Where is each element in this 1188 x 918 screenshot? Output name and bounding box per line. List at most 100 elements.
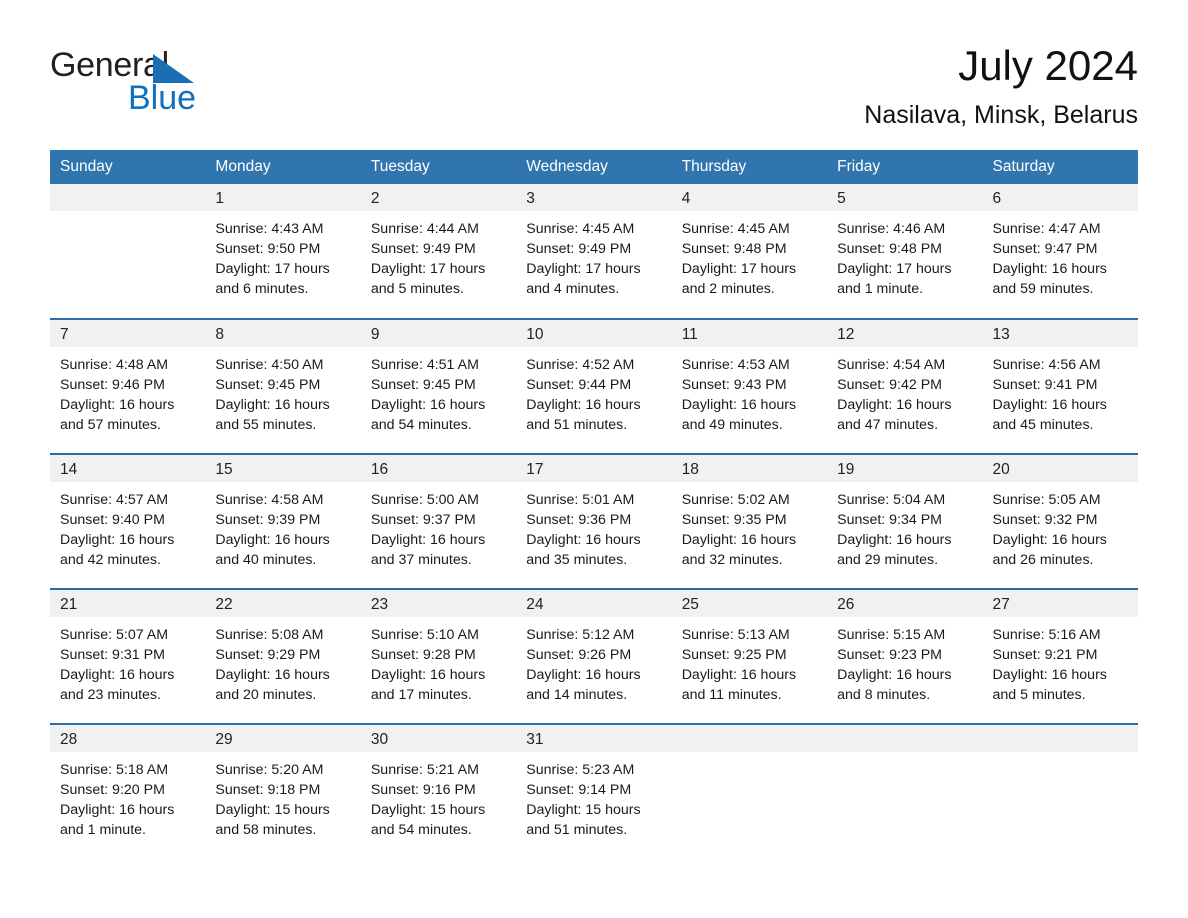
calendar-day-cell[interactable]: 15 Sunrise: 4:58 AM Sunset: 9:39 PM Dayligh… xyxy=(205,452,361,589)
day-daylight-line1-text: Daylight: 16 hours xyxy=(837,531,952,548)
calendar-day-cell[interactable]: 18 Sunrise: 5:02 AM Sunset: 9:35 PM Dayligh… xyxy=(671,452,828,589)
day-daylight-line2-text: and 55 minutes. xyxy=(215,417,317,434)
calendar-day-cell[interactable]: 23 Sunrise: 5:10 AM Sunset: 9:28 PM Dayligh… xyxy=(360,587,517,724)
generalblue-logo: General Blue xyxy=(50,42,210,116)
day-details: Sunrise: 5:05 AM Sunset: 9:32 PM Daylight:… xyxy=(983,482,1138,587)
day-sunrise-text: Sunrise: 5:02 AM xyxy=(681,491,790,508)
day-sunrise-text: Sunrise: 5:23 AM xyxy=(526,761,635,778)
day-daylight-line1-text: Daylight: 16 hours xyxy=(215,531,330,548)
day-sunrise-text: Sunrise: 5:12 AM xyxy=(526,626,635,643)
day-details: Sunrise: 4:50 AM Sunset: 9:45 PM Daylight:… xyxy=(205,347,360,452)
day-daylight-line1-text: Daylight: 16 hours xyxy=(60,666,175,683)
calendar-day-cell[interactable]: 17 Sunrise: 5:01 AM Sunset: 9:36 PM Dayligh… xyxy=(516,452,672,589)
day-details: Sunrise: 5:04 AM Sunset: 9:34 PM Daylight:… xyxy=(827,482,982,587)
day-daylight-line1-text: Daylight: 17 hours xyxy=(370,260,486,277)
day-sunrise-text: Sunrise: 5:21 AM xyxy=(370,761,479,778)
day-sunrise-text: Sunrise: 5:00 AM xyxy=(370,491,479,508)
day-details: Sunrise: 5:15 AM Sunset: 9:23 PM Daylight:… xyxy=(827,617,982,722)
day-sunset-text: Sunset: 9:21 PM xyxy=(992,646,1098,663)
day-daylight-line2-text: and 20 minutes. xyxy=(215,687,317,704)
day-daylight-line1-text: Daylight: 16 hours xyxy=(215,396,330,413)
calendar-day-cell[interactable]: 12 Sunrise: 4:54 AM Sunset: 9:42 PM Dayligh… xyxy=(827,317,983,454)
day-daylight-line1-text: Daylight: 15 hours xyxy=(215,801,330,818)
day-sunset-text: Sunset: 9:41 PM xyxy=(992,376,1098,393)
day-sunset-text: Sunset: 9:14 PM xyxy=(526,781,632,798)
day-number: 5 xyxy=(827,183,983,211)
calendar-day-cell[interactable]: 22 Sunrise: 5:08 AM Sunset: 9:29 PM Dayligh… xyxy=(205,587,361,724)
day-sunset-text: Sunset: 9:25 PM xyxy=(681,646,787,663)
day-daylight-line1-text: Daylight: 16 hours xyxy=(60,531,175,548)
page-masthead: General Blue July 2024 Nasilava, Minsk, … xyxy=(50,0,1138,130)
calendar-day-cell[interactable]: 2 Sunrise: 4:44 AM Sunset: 9:49 PM Daylight… xyxy=(360,183,517,319)
day-sunrise-text: Sunrise: 4:50 AM xyxy=(215,356,324,373)
day-daylight-line2-text: and 51 minutes. xyxy=(526,417,628,434)
calendar-day-cell[interactable]: 20 Sunrise: 5:05 AM Sunset: 9:32 PM Dayligh… xyxy=(982,452,1138,589)
day-number: 20 xyxy=(982,454,1138,482)
day-number xyxy=(50,183,206,211)
day-number: 15 xyxy=(205,454,361,482)
day-details: Sunrise: 5:02 AM Sunset: 9:35 PM Daylight:… xyxy=(672,482,827,587)
day-details: Sunrise: 4:54 AM Sunset: 9:42 PM Daylight:… xyxy=(827,347,982,452)
day-daylight-line1-text: Daylight: 16 hours xyxy=(837,666,952,683)
day-daylight-line2-text: and 42 minutes. xyxy=(60,552,161,569)
day-details: Sunrise: 5:10 AM Sunset: 9:28 PM Daylight:… xyxy=(361,617,516,722)
day-daylight-line1-text: Daylight: 16 hours xyxy=(526,531,641,548)
day-details: Sunrise: 5:23 AM Sunset: 9:14 PM Daylight:… xyxy=(516,752,671,857)
calendar-day-cell[interactable]: 30 Sunrise: 5:21 AM Sunset: 9:16 PM Dayligh… xyxy=(360,722,517,857)
day-daylight-line1-text: Daylight: 16 hours xyxy=(215,666,330,683)
day-details: Sunrise: 4:45 AM Sunset: 9:49 PM Daylight:… xyxy=(516,211,671,316)
calendar-day-cell[interactable]: 10 Sunrise: 4:52 AM Sunset: 9:44 PM Dayligh… xyxy=(516,317,672,454)
day-sunset-text: Sunset: 9:31 PM xyxy=(60,646,165,663)
day-number: 9 xyxy=(360,319,517,347)
calendar-day-cell[interactable]: 3 Sunrise: 4:45 AM Sunset: 9:49 PM Daylight… xyxy=(516,183,672,319)
day-number: 16 xyxy=(360,454,517,482)
day-sunset-text: Sunset: 9:35 PM xyxy=(681,511,787,528)
calendar-day-cell[interactable]: 29 Sunrise: 5:20 AM Sunset: 9:18 PM Dayligh… xyxy=(205,722,361,857)
day-number: 25 xyxy=(671,589,828,617)
day-details: Sunrise: 5:01 AM Sunset: 9:36 PM Daylight:… xyxy=(516,482,671,587)
day-sunset-text: Sunset: 9:37 PM xyxy=(370,511,476,528)
day-sunrise-text: Sunrise: 5:15 AM xyxy=(837,626,946,643)
day-number: 10 xyxy=(516,319,672,347)
day-daylight-line2-text: and 35 minutes. xyxy=(526,552,628,569)
calendar-day-cell[interactable]: 13 Sunrise: 4:56 AM Sunset: 9:41 PM Dayligh… xyxy=(982,317,1138,454)
calendar-day-cell[interactable]: 16 Sunrise: 5:00 AM Sunset: 9:37 PM Dayligh… xyxy=(360,452,517,589)
calendar-week-row: 21 Sunrise: 5:07 AM Sunset: 9:31 PM Dayligh… xyxy=(50,587,1138,724)
calendar-day-cell[interactable]: 28 Sunrise: 5:18 AM Sunset: 9:20 PM Dayligh… xyxy=(50,722,206,857)
calendar-day-cell[interactable]: 21 Sunrise: 5:07 AM Sunset: 9:31 PM Dayligh… xyxy=(50,587,206,724)
calendar-day-cell[interactable]: 14 Sunrise: 4:57 AM Sunset: 9:40 PM Dayligh… xyxy=(50,452,206,589)
day-details: Sunrise: 4:51 AM Sunset: 9:45 PM Daylight:… xyxy=(361,347,516,452)
calendar-day-cell[interactable]: 11 Sunrise: 4:53 AM Sunset: 9:43 PM Dayligh… xyxy=(671,317,828,454)
calendar-day-cell-empty xyxy=(671,722,828,857)
day-sunrise-text: Sunrise: 4:56 AM xyxy=(992,356,1101,373)
calendar-day-cell[interactable]: 26 Sunrise: 5:15 AM Sunset: 9:23 PM Dayligh… xyxy=(827,587,983,724)
day-details: Sunrise: 4:58 AM Sunset: 9:39 PM Daylight:… xyxy=(205,482,360,587)
day-daylight-line1-text: Daylight: 15 hours xyxy=(370,801,486,818)
day-daylight-line2-text: and 51 minutes. xyxy=(526,822,628,839)
day-daylight-line2-text: and 1 minute. xyxy=(60,822,146,839)
calendar-day-cell[interactable]: 31 Sunrise: 5:23 AM Sunset: 9:14 PM Dayligh… xyxy=(516,722,672,857)
day-details: Sunrise: 5:21 AM Sunset: 9:16 PM Daylight:… xyxy=(361,752,516,857)
calendar-day-cell[interactable]: 5 Sunrise: 4:46 AM Sunset: 9:48 PM Daylight… xyxy=(827,183,983,319)
calendar-day-cell[interactable]: 27 Sunrise: 5:16 AM Sunset: 9:21 PM Dayligh… xyxy=(982,587,1138,724)
calendar-day-cell[interactable]: 9 Sunrise: 4:51 AM Sunset: 9:45 PM Daylight… xyxy=(360,317,517,454)
day-details xyxy=(983,752,1138,850)
weekday-header-sunday: Sunday xyxy=(50,149,206,184)
day-sunset-text: Sunset: 9:39 PM xyxy=(215,511,321,528)
calendar-day-cell[interactable]: 1 Sunrise: 4:43 AM Sunset: 9:50 PM Daylight… xyxy=(205,183,361,319)
calendar-day-cell[interactable]: 7 Sunrise: 4:48 AM Sunset: 9:46 PM Daylight… xyxy=(50,317,206,454)
day-daylight-line2-text: and 58 minutes. xyxy=(215,822,317,839)
day-sunrise-text: Sunrise: 4:48 AM xyxy=(60,356,169,373)
title-block: July 2024 Nasilava, Minsk, Belarus xyxy=(864,42,1138,130)
day-number: 3 xyxy=(516,183,672,211)
day-number xyxy=(671,724,828,752)
calendar-day-cell[interactable]: 19 Sunrise: 5:04 AM Sunset: 9:34 PM Dayligh… xyxy=(827,452,983,589)
day-number: 14 xyxy=(50,454,206,482)
day-number: 22 xyxy=(205,589,361,617)
calendar-day-cell[interactable]: 25 Sunrise: 5:13 AM Sunset: 9:25 PM Dayligh… xyxy=(671,587,828,724)
calendar-day-cell[interactable]: 8 Sunrise: 4:50 AM Sunset: 9:45 PM Daylight… xyxy=(205,317,361,454)
calendar-day-cell[interactable]: 4 Sunrise: 4:45 AM Sunset: 9:48 PM Daylight… xyxy=(671,183,828,319)
calendar-day-cell[interactable]: 6 Sunrise: 4:47 AM Sunset: 9:47 PM Daylight… xyxy=(982,183,1138,319)
day-details: Sunrise: 4:48 AM Sunset: 9:46 PM Daylight:… xyxy=(50,347,205,452)
calendar-day-cell[interactable]: 24 Sunrise: 5:12 AM Sunset: 9:26 PM Dayligh… xyxy=(516,587,672,724)
